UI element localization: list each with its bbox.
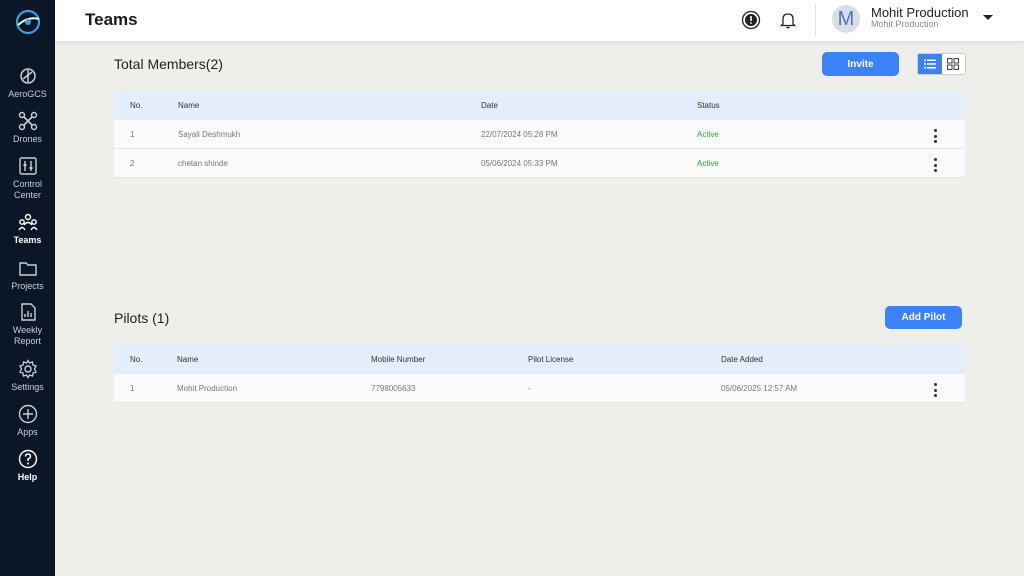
table-row[interactable]: 1 Mohit Production 7798005633 - 05/06/20… (114, 374, 965, 403)
sidebar-item-label: Teams (13, 235, 42, 245)
chevron-down-icon[interactable] (983, 15, 993, 20)
top-bar: Teams M Mohit Production Mohit Productio… (55, 0, 1024, 41)
member-name: Sayali Deshmukh (178, 130, 241, 139)
sidebar-item-label: Control Center (12, 179, 42, 200)
drone-icon (18, 111, 37, 131)
user-name[interactable]: Mohit Production (871, 5, 969, 20)
table-header: No. Name Date Status (114, 91, 965, 120)
table-header: No. Name Mobile Number Pilot License Dat… (114, 345, 965, 374)
sidebar-item-label: Help (17, 472, 38, 482)
more-options-icon[interactable] (931, 383, 939, 397)
app-logo-icon[interactable] (14, 8, 42, 36)
column-header: No. (130, 355, 143, 364)
more-options-icon[interactable] (931, 158, 939, 172)
view-toggle (917, 53, 966, 75)
alert-icon[interactable] (741, 10, 761, 30)
column-header: Date (481, 101, 498, 110)
sidebar-item-projects[interactable]: Projects (0, 258, 55, 292)
more-options-icon[interactable] (931, 129, 939, 143)
row-number: 2 (130, 159, 135, 168)
sidebar-item-control-center[interactable]: Control Center (0, 156, 55, 201)
grid-view-button[interactable] (942, 54, 966, 74)
control-center-icon (18, 157, 37, 175)
page-title: Teams (85, 10, 138, 29)
member-name: chetan shinde (178, 159, 228, 168)
row-number: 1 (130, 130, 135, 139)
invite-button[interactable]: Invite (822, 52, 899, 76)
report-icon (20, 303, 36, 321)
status-badge: Active (697, 159, 719, 168)
members-title: Total Members(2) (114, 56, 223, 72)
teams-icon (17, 213, 38, 231)
column-header: Status (697, 101, 720, 110)
sidebar-item-aerogcs[interactable]: AeroGCS (0, 66, 55, 100)
member-date: 05/06/2024 05:33 PM (481, 159, 558, 168)
help-icon (18, 449, 37, 469)
pilot-license: - (528, 384, 531, 393)
pilot-name: Mohit Production (177, 384, 238, 393)
table-row[interactable]: 1 Sayali Deshmukh 22/07/2024 05:28 PM Ac… (114, 120, 965, 149)
pilot-date-added: 05/06/2025 12:57 AM (721, 384, 798, 393)
plus-circle-icon (18, 404, 37, 424)
sidebar-item-label: Drones (12, 134, 42, 144)
user-org: Mohit Production (871, 19, 939, 29)
avatar[interactable]: M (832, 5, 860, 33)
pilots-title: Pilots (1) (114, 310, 170, 326)
sidebar-item-teams[interactable]: Teams (0, 212, 55, 246)
column-header: Mobile Number (371, 355, 426, 364)
list-view-button[interactable] (918, 54, 942, 74)
pilot-mobile: 7798005633 (371, 384, 416, 393)
sidebar-item-apps[interactable]: Apps (0, 404, 55, 438)
sidebar-item-label: Projects (11, 281, 44, 291)
sidebar-item-label: Settings (11, 382, 44, 392)
status-badge: Active (697, 130, 719, 139)
sidebar-item-settings[interactable]: Settings (0, 359, 55, 393)
aerogcs-icon (19, 68, 36, 84)
gear-icon (18, 359, 37, 379)
column-header: Date Added (721, 355, 763, 364)
sidebar-item-label: AeroGCS (8, 89, 47, 99)
header-divider (815, 4, 816, 36)
table-row[interactable]: 2 chetan shinde 05/06/2024 05:33 PM Acti… (114, 149, 965, 178)
sidebar-item-label: Weekly Report (12, 325, 43, 346)
column-header: Name (177, 355, 199, 364)
sidebar-item-drones[interactable]: Drones (0, 111, 55, 145)
sidebar-item-weekly-report[interactable]: Weekly Report (0, 302, 55, 347)
pilots-table: No. Name Mobile Number Pilot License Dat… (114, 345, 965, 403)
bell-icon[interactable] (778, 10, 798, 30)
column-header: Pilot License (528, 355, 574, 364)
column-header: Name (178, 101, 200, 110)
member-date: 22/07/2024 05:28 PM (481, 130, 558, 139)
folder-icon (18, 262, 37, 276)
column-header: No. (130, 101, 143, 110)
grid-icon (947, 58, 960, 70)
sidebar-item-label: Apps (17, 427, 38, 437)
members-table: No. Name Date Status 1 Sayali Deshmukh 2… (114, 91, 965, 178)
list-icon (923, 59, 936, 69)
row-number: 1 (130, 384, 135, 393)
sidebar-item-help[interactable]: Help (0, 449, 55, 483)
add-pilot-button[interactable]: Add Pilot (885, 306, 962, 329)
sidebar: AeroGCS Drones Control Center Teams Proj… (0, 0, 55, 576)
